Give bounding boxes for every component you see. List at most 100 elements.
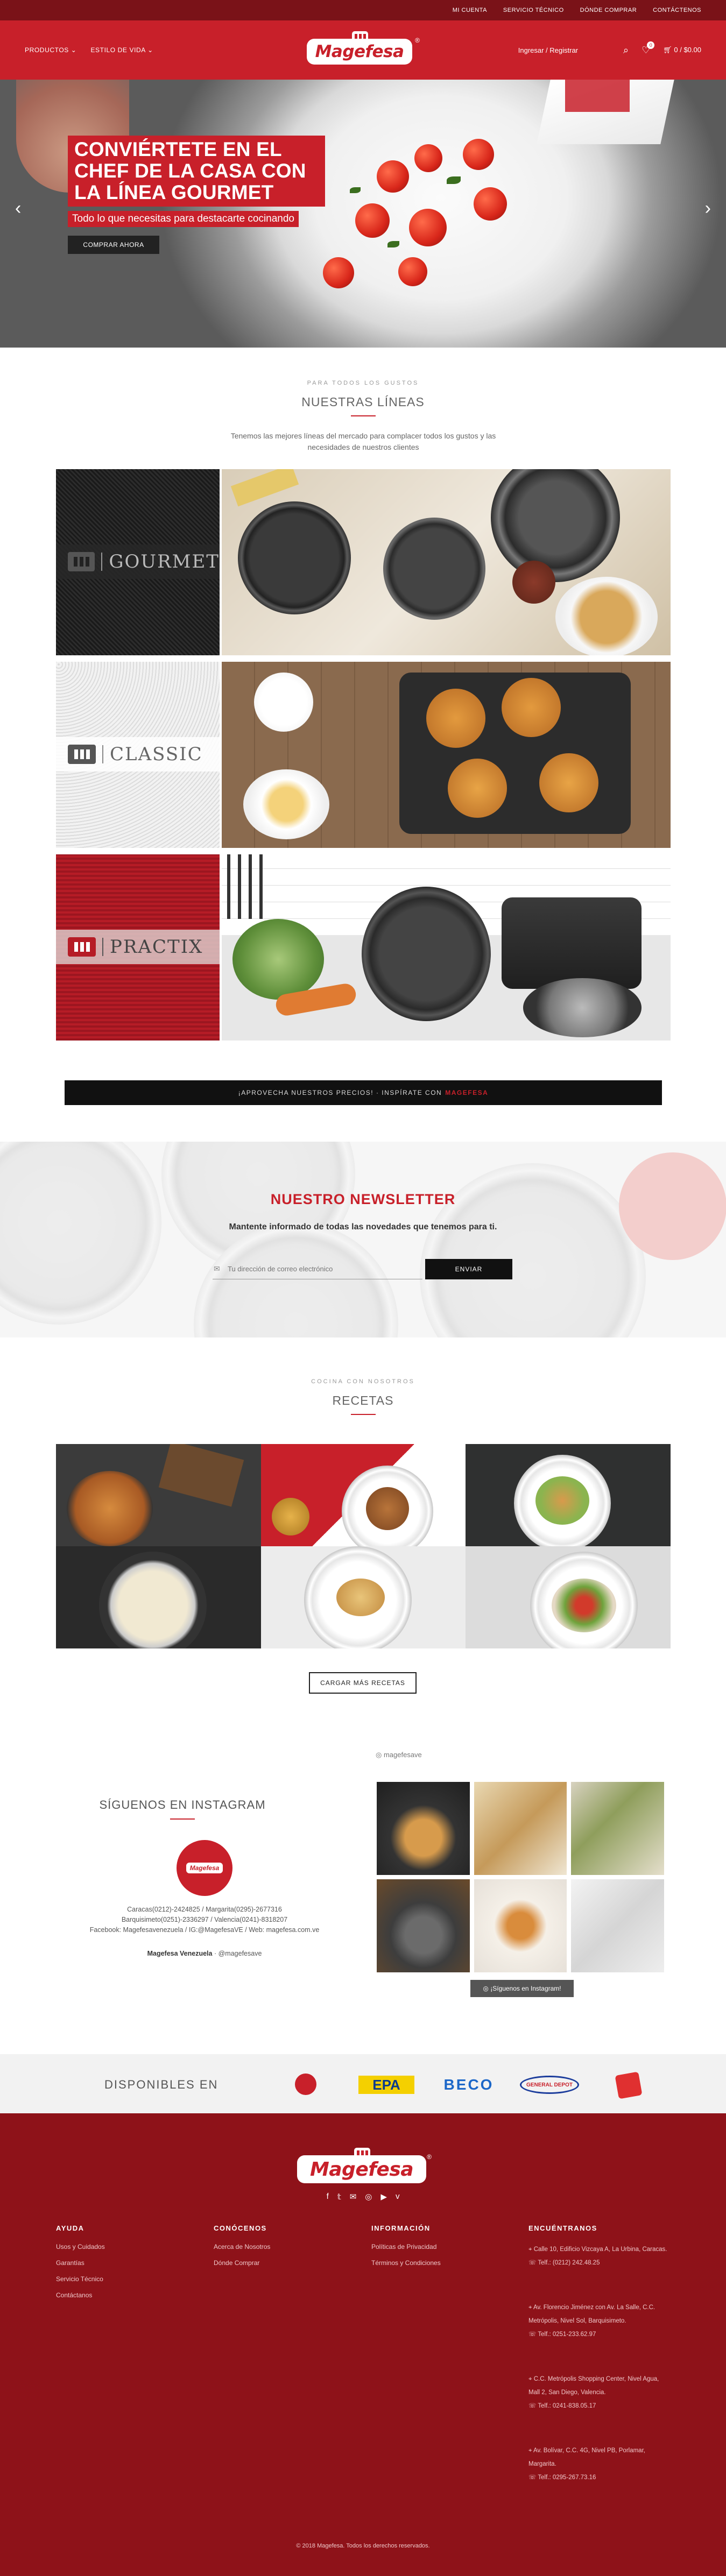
location-address: C.C. Metrópolis Shopping Center, Nivel A… — [528, 2376, 659, 2396]
phone-icon: ☏ — [528, 2474, 537, 2481]
footer-link[interactable]: Usos y Cuidados — [56, 2243, 191, 2251]
newsletter-email-input[interactable] — [213, 1259, 422, 1279]
registered-mark: ® — [415, 37, 420, 44]
map-pin-icon: ⌖ — [528, 2304, 532, 2311]
instagram-post[interactable] — [571, 1782, 664, 1875]
promo-brand: MAGEFESA — [445, 1089, 489, 1096]
tomato-image — [474, 187, 507, 221]
available-label: DISPONIBLES EN — [104, 2078, 218, 2091]
phone-icon: ☏ — [528, 2260, 537, 2266]
store-logo-general-depot[interactable]: GENERAL DEPOT — [520, 2076, 579, 2094]
title-divider — [351, 1414, 376, 1415]
brand-name: Magefesa — [309, 2158, 414, 2181]
facebook-icon[interactable]: f — [327, 2192, 329, 2202]
hero-next-arrow-icon[interactable]: › — [705, 198, 711, 219]
footer-link[interactable]: Garantías — [56, 2259, 191, 2267]
footer-link[interactable]: Términos y Condiciones — [371, 2259, 506, 2267]
recipe-card[interactable] — [56, 1546, 261, 1648]
contact-line: Barquisimeto(0251)-2336297 / Valencia(02… — [121, 1916, 288, 1923]
footer-brand-logo[interactable]: Magefesa ® — [297, 2148, 432, 2184]
instagram-feed-user[interactable]: ◎ magefesave — [376, 1751, 422, 1759]
instagram-icon[interactable]: ◎ — [365, 2192, 372, 2202]
promo-text: ¡APROVECHA NUESTROS PRECIOS! · INSPÍRATE… — [238, 1089, 442, 1096]
newsletter-submit-button[interactable]: ENVIAR — [425, 1259, 512, 1279]
youtube-icon[interactable]: ▶ — [380, 2192, 387, 2202]
instagram-post[interactable] — [377, 1879, 470, 1972]
recipes-kicker: COCINA CON NOSOTROS — [311, 1378, 415, 1385]
cart-button[interactable]: 🛒︎ 0 / $0.00 — [663, 46, 701, 54]
instagram-post[interactable] — [474, 1879, 567, 1972]
store-logo[interactable] — [295, 2073, 316, 2095]
basil-leaf-image — [387, 241, 399, 247]
twitter-icon[interactable]: 𝕥 — [337, 2192, 341, 2202]
instagram-icon: ◎ — [483, 1985, 489, 1992]
available-at-section: DISPONIBLES EN EPA BECO GENERAL DEPOT — [0, 2054, 726, 2113]
promo-banner[interactable]: ¡APROVECHA NUESTROS PRECIOS! · INSPÍRATE… — [65, 1080, 662, 1105]
recipe-card[interactable] — [466, 1546, 671, 1648]
hero-prev-arrow-icon[interactable]: ‹ — [15, 198, 21, 219]
line-practix[interactable]: PRACTIX — [56, 854, 671, 1041]
store-logo-beco[interactable]: BECO — [434, 2076, 504, 2094]
newsletter-title: NUESTRO NEWSLETTER — [270, 1191, 456, 1207]
my-account-link[interactable]: MI CUENTA — [453, 7, 487, 13]
footer-link[interactable]: Dónde Comprar — [214, 2259, 348, 2267]
location-phone: Telf.: 0251-233.62.97 — [538, 2331, 596, 2338]
instagram-post[interactable] — [571, 1879, 664, 1972]
lines-kicker: PARA TODOS LOS GUSTOS — [307, 380, 419, 386]
practix-photo — [222, 854, 671, 1041]
follow-on-instagram-button[interactable]: ◎ ¡Síguenos en Instagram! — [470, 1980, 574, 1997]
contact-line: Caracas(0212)-2424825 / Margarita(0295)-… — [127, 1906, 282, 1913]
recipe-card[interactable] — [466, 1444, 671, 1546]
contact-link[interactable]: CONTÁCTENOS — [653, 7, 701, 13]
footer: Magefesa ® f 𝕥 ✉ ◎ ▶ v AYUDA Usos y Cuid… — [0, 2113, 726, 2576]
vimeo-icon[interactable]: v — [396, 2192, 400, 2202]
tomato-image — [355, 203, 390, 238]
line-gourmet[interactable]: GOURMET — [56, 469, 671, 655]
map-pin-icon: ⌖ — [528, 2376, 532, 2382]
footer-column-locations: ENCUÉNTRANOS ⌖ Calle 10, Edificio Vizcay… — [528, 2224, 668, 2516]
footer-column-title: INFORMACIÓN — [371, 2224, 431, 2232]
where-to-buy-link[interactable]: DÓNDE COMPRAR — [580, 7, 637, 13]
newsletter-section: NUESTRO NEWSLETTER Mantente informado de… — [0, 1142, 726, 1337]
instagram-post[interactable] — [377, 1782, 470, 1875]
footer-column-title: CONÓCENOS — [214, 2224, 267, 2232]
instagram-account[interactable]: Magefesa Venezuela · @magefesave — [70, 1950, 339, 1957]
lifestyle-menu[interactable]: ESTILO DE VIDA ⌄ — [90, 46, 153, 54]
technical-service-link[interactable]: SERVICIO TÉCNICO — [503, 7, 564, 13]
instagram-title: SÍGUENOS EN INSTAGRAM — [99, 1798, 266, 1811]
recipes-title: RECETAS — [332, 1393, 394, 1407]
basil-leaf-image — [350, 187, 361, 193]
instagram-avatar[interactable]: Magefesa — [177, 1840, 232, 1896]
store-logo-epa[interactable]: EPA — [358, 2076, 414, 2094]
phone-icon: ☏ — [528, 2403, 537, 2409]
email-icon[interactable]: ✉ — [350, 2192, 357, 2202]
footer-column-title: ENCUÉNTRANOS — [528, 2224, 597, 2232]
location-phone: Telf.: 0241-838.05.17 — [538, 2403, 596, 2409]
footer-link[interactable]: Acerca de Nosotros — [214, 2243, 348, 2251]
wishlist-heart-icon[interactable]: ♡ 0 — [642, 41, 655, 56]
tomato-image — [323, 257, 354, 288]
red-cloth-image — [565, 80, 630, 112]
search-icon[interactable]: ⌕ — [623, 45, 629, 56]
footer-link[interactable]: Políticas de Privacidad — [371, 2243, 506, 2251]
footer-link[interactable]: Servicio Técnico — [56, 2275, 191, 2283]
footer-column-title: AYUDA — [56, 2224, 84, 2232]
products-menu[interactable]: PRODUCTOS ⌄ — [25, 46, 76, 54]
brand-logo[interactable]: Magefesa ® — [307, 31, 420, 67]
classic-photo — [222, 662, 671, 848]
copyright: © 2018 Magefesa. Todos los derechos rese… — [296, 2543, 430, 2549]
recipe-card[interactable] — [260, 1444, 466, 1546]
follow-button-label: ¡Síguenos en Instagram! — [490, 1985, 561, 1992]
footer-link[interactable]: Contáctanos — [56, 2291, 191, 2299]
line-classic[interactable]: CLASSIC — [56, 662, 671, 848]
instagram-post[interactable] — [474, 1782, 567, 1875]
location-entry: ⌖ C.C. Metrópolis Shopping Center, Nivel… — [528, 2373, 668, 2413]
store-logo[interactable] — [615, 2071, 643, 2099]
classic-texture: CLASSIC — [56, 662, 220, 848]
load-more-recipes-button[interactable]: CARGAR MÁS RECETAS — [309, 1672, 417, 1694]
recipe-card[interactable] — [260, 1546, 466, 1648]
login-register-link[interactable]: Ingresar / Registrar — [518, 46, 578, 54]
recipe-card[interactable] — [56, 1444, 261, 1546]
instagram-icon: ◎ — [376, 1751, 382, 1759]
shop-now-button[interactable]: COMPRAR AHORA — [68, 236, 159, 254]
